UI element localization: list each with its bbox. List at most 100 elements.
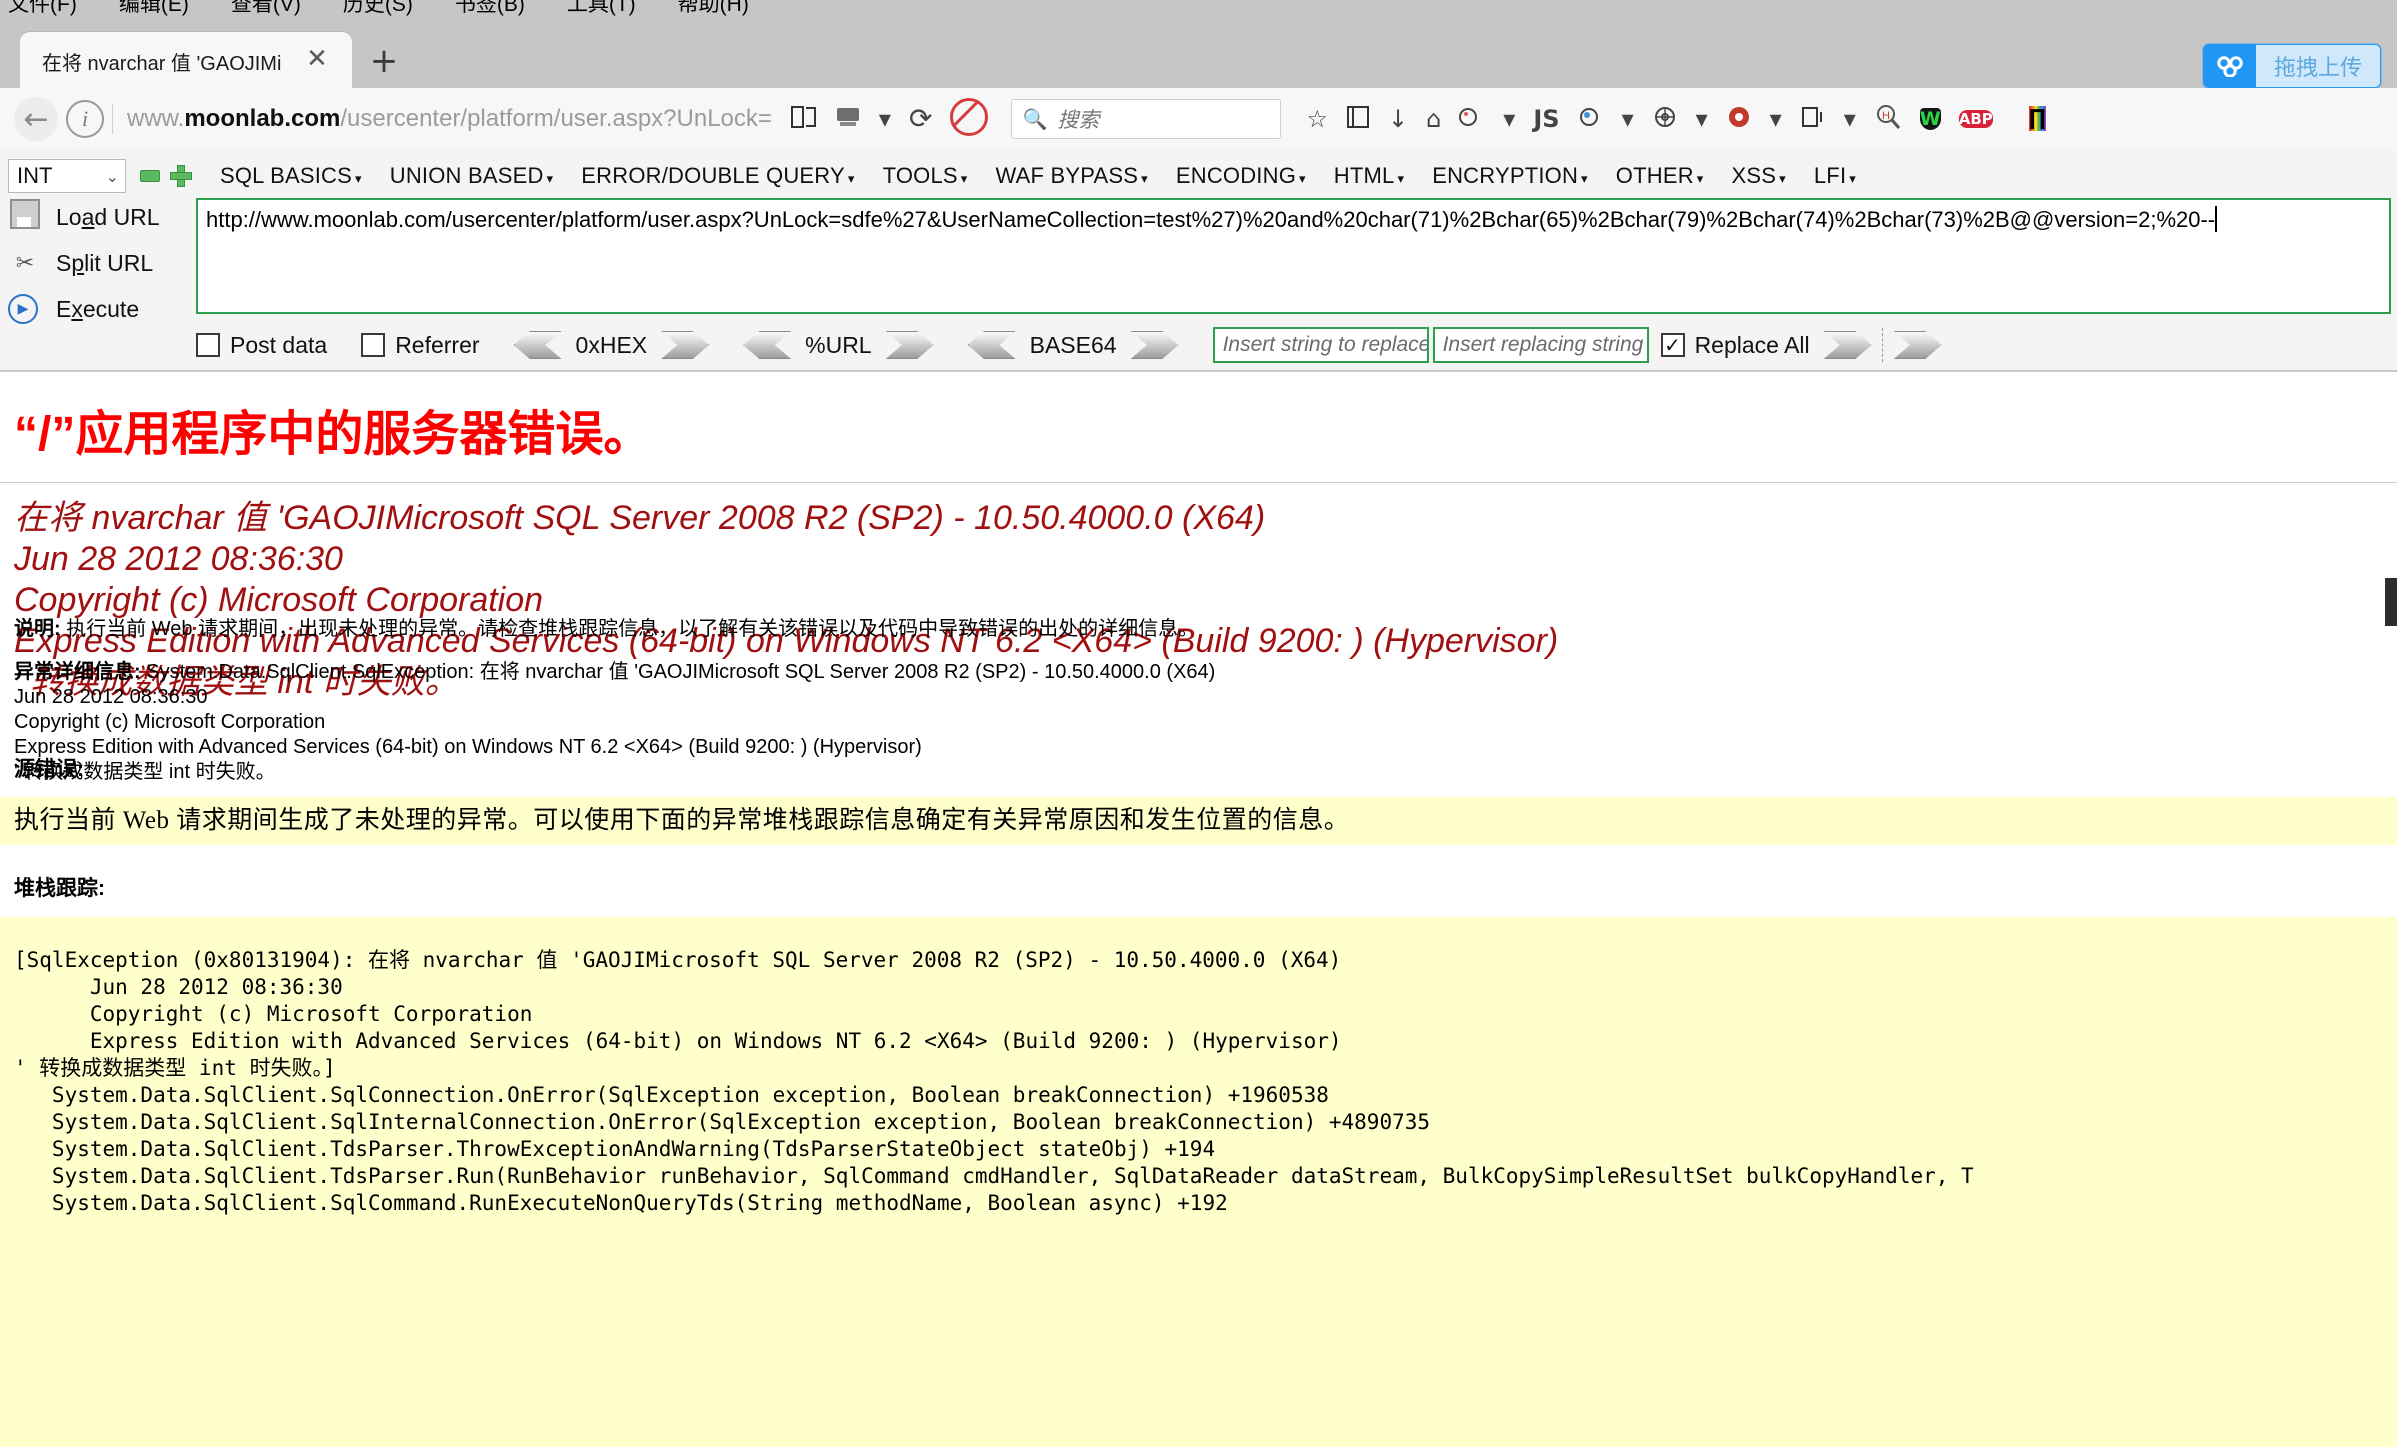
browser-tab[interactable]: 在将 nvarchar 值 'GAOJIMic... ✕	[20, 32, 352, 88]
menu-tools[interactable]: TOOLS ▾	[883, 163, 968, 189]
close-icon[interactable]: ✕	[302, 44, 332, 74]
replace-to-placeholder: Insert replacing string	[1442, 333, 1644, 356]
scrollbar-thumb[interactable]	[2385, 578, 2397, 626]
description-text: 执行当前 Web 请求期间，出现未处理的异常。请检查堆栈跟踪信息，以了解有关该错…	[60, 618, 1199, 640]
menu-error-double-query[interactable]: ERROR/DOUBLE QUERY ▾	[581, 163, 854, 189]
chevron-down-icon: ▾	[1141, 172, 1148, 187]
referrer-label: Referrer	[395, 331, 480, 358]
container-icon[interactable]	[1578, 105, 1604, 133]
chevron-down-icon[interactable]: ▾	[879, 107, 891, 131]
replace-all-option[interactable]: ✓ Replace All	[1660, 332, 1810, 359]
menu-tools[interactable]: 工具(T)	[567, 0, 636, 16]
shield-block-icon[interactable]	[950, 98, 989, 140]
menu-items: 文件(F) 编辑(E) 查看(V) 历史(S) 书签(B) 工具(T) 帮助(H)	[8, 0, 791, 18]
replace-to-input[interactable]: Insert replacing string	[1432, 327, 1649, 363]
sql-type-select[interactable]: INT ⌄	[8, 159, 126, 193]
save-page-icon[interactable]	[835, 105, 861, 133]
hackbar-panel: INT ⌄ SQL BASICS ▾ UNION BASED ▾ ERROR/DOU…	[0, 150, 2397, 372]
menu-label: HTML	[1333, 163, 1395, 188]
hex-encode-button[interactable]	[661, 331, 710, 359]
chevron-down-icon: ▾	[1581, 172, 1588, 187]
chevron-down-icon-5[interactable]: ▾	[1770, 107, 1782, 131]
menu-label: ENCRYPTION	[1432, 163, 1579, 188]
menu-encryption[interactable]: ENCRYPTION ▾	[1432, 163, 1588, 189]
menu-bookmarks[interactable]: 书签(B)	[455, 0, 525, 16]
url-decode-button[interactable]	[743, 331, 792, 359]
base64-decode-button[interactable]	[967, 331, 1016, 359]
remove-button[interactable]	[140, 170, 160, 182]
overflow-arrow-button[interactable]	[1893, 331, 1942, 359]
chevron-down-icon-2[interactable]: ▾	[1503, 107, 1515, 131]
chevron-down-icon-6[interactable]: ▾	[1844, 107, 1856, 131]
post-data-checkbox[interactable]	[196, 333, 220, 357]
chevron-down-icon: ▾	[960, 172, 968, 187]
replace-from-input[interactable]: Insert string to replace	[1212, 327, 1429, 363]
load-url-button[interactable]: Load URL	[0, 198, 190, 236]
menu-other[interactable]: OTHER ▾	[1616, 163, 1704, 189]
new-tab-icon[interactable]: +	[368, 44, 400, 78]
js-badge-icon[interactable]: JS	[1533, 107, 1559, 131]
base64-encode-button[interactable]	[1130, 331, 1179, 359]
hackbar-menu-row: INT ⌄ SQL BASICS ▾ UNION BASED ▾ ERROR/DOU…	[0, 156, 2397, 196]
replace-all-checkbox[interactable]: ✓	[1660, 333, 1685, 357]
chevron-down-icon: ⌄	[105, 166, 119, 186]
rainbow-icon[interactable]: ∏	[2028, 102, 2047, 136]
hex-label: 0xHEX	[575, 331, 648, 358]
abp-icon[interactable]: ABP	[1958, 102, 1993, 136]
menu-label: ERROR/DOUBLE QUERY	[581, 163, 845, 188]
menu-lfi[interactable]: LFI ▾	[1814, 163, 1856, 189]
menu-label: OTHER	[1615, 163, 1694, 188]
execute-button[interactable]: ▶ Execute	[0, 290, 190, 328]
menu-help[interactable]: 帮助(H)	[678, 0, 749, 16]
url-encode-button[interactable]	[885, 331, 934, 359]
menu-xss[interactable]: XSS ▾	[1732, 163, 1786, 189]
post-data-option[interactable]: Post data	[196, 332, 327, 359]
reader-mode-icon[interactable]	[790, 105, 817, 133]
stack-trace-box: [SqlException (0x80131904): 在将 nvarchar …	[0, 917, 2397, 1447]
url-textarea[interactable]: http://www.moonlab.com/usercenter/platfo…	[196, 198, 2391, 314]
menu-view[interactable]: 查看(V)	[231, 0, 301, 16]
star-icon[interactable]: ☆	[1306, 107, 1328, 131]
palette-icon[interactable]	[1459, 105, 1485, 133]
replace-apply-button[interactable]	[1823, 331, 1872, 359]
new-container-icon[interactable]	[1800, 105, 1826, 133]
add-button[interactable]	[170, 165, 192, 187]
menu-history[interactable]: 历史(S)	[343, 0, 413, 16]
description-block: 说明: 执行当前 Web 请求期间，出现未处理的异常。请检查堆栈跟踪信息，以了解…	[14, 617, 1198, 642]
site-info-icon[interactable]: i	[66, 100, 104, 138]
exception-block: 异常详细信息: System.Data.SqlClient.SqlExcepti…	[14, 660, 1221, 785]
adblock-circle-icon[interactable]	[1726, 104, 1752, 134]
menu-file[interactable]: 文件(F)	[8, 0, 77, 16]
back-icon[interactable]: ←	[14, 97, 58, 141]
load-url-icon	[8, 199, 42, 235]
reload-icon[interactable]: ⟳	[909, 105, 932, 133]
execute-icon: ▶	[8, 294, 42, 324]
referrer-option[interactable]: Referrer	[361, 331, 480, 359]
settings-icon[interactable]	[1652, 104, 1678, 134]
url-bar[interactable]: i www.moonlab.com/usercenter/platform/us…	[66, 96, 2397, 142]
url-host: moonlab.com	[184, 105, 341, 132]
drag-upload-button[interactable]: 拖拽上传	[2202, 44, 2381, 88]
menu-edit[interactable]: 编辑(E)	[119, 0, 189, 16]
library-icon[interactable]	[1346, 105, 1370, 133]
downloads-icon[interactable]: ↓	[1388, 107, 1408, 131]
menu-waf-bypass[interactable]: WAF BYPASS ▾	[996, 163, 1148, 189]
menu-union-based[interactable]: UNION BASED ▾	[390, 163, 554, 189]
replace-from-placeholder: Insert string to replace	[1222, 333, 1429, 356]
chevron-down-icon-3[interactable]: ▾	[1622, 107, 1634, 131]
home-icon[interactable]: ⌂	[1426, 107, 1441, 131]
split-url-button[interactable]: ✂ Split URL	[0, 244, 190, 282]
search-input[interactable]: 🔍 搜索	[1011, 99, 1282, 139]
source-error-heading: 源错误:	[14, 758, 84, 781]
exception-label: 异常详细信息:	[14, 661, 141, 683]
wot-shield-icon[interactable]: W	[1919, 104, 1941, 134]
source-error-box: 执行当前 Web 请求期间生成了未处理的异常。可以使用下面的异常堆栈跟踪信息确定…	[0, 797, 2397, 845]
menu-encoding[interactable]: ENCODING ▾	[1176, 163, 1306, 189]
divider	[0, 482, 2397, 483]
chevron-down-icon-4[interactable]: ▾	[1696, 107, 1708, 131]
menu-sql-basics[interactable]: SQL BASICS ▾	[220, 163, 362, 189]
hackbar-magnifier-icon[interactable]: H	[1874, 103, 1902, 135]
referrer-checkbox[interactable]	[361, 333, 386, 357]
menu-html[interactable]: HTML ▾	[1334, 163, 1404, 189]
hex-decode-button[interactable]	[513, 331, 562, 359]
